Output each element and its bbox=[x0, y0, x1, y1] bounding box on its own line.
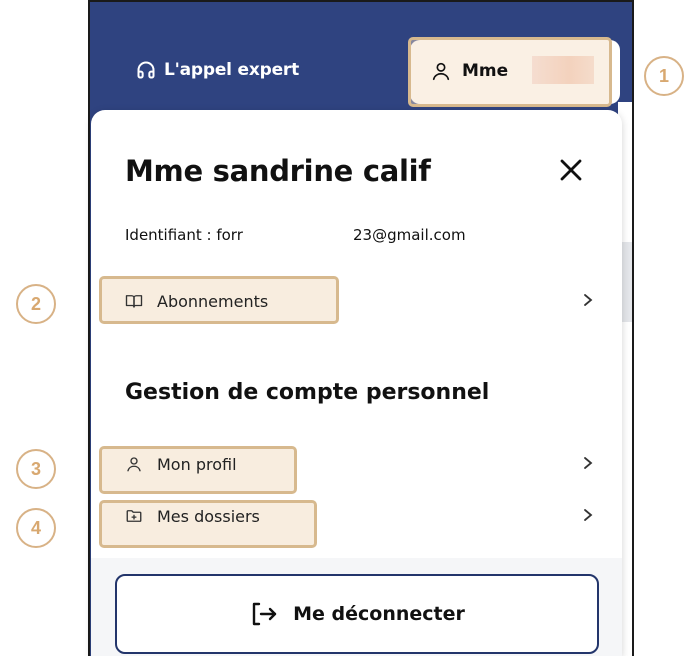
menu-item-label: Mes dossiers bbox=[157, 506, 260, 526]
chevron-right-icon bbox=[584, 457, 593, 469]
chevron-right-icon bbox=[584, 294, 593, 306]
folder-plus-icon bbox=[126, 510, 142, 522]
menu-item-label: Mon profil bbox=[157, 454, 237, 474]
user-menu-button[interactable]: Mme bbox=[408, 37, 620, 107]
logout-button[interactable]: Me déconnecter bbox=[115, 574, 599, 654]
book-icon bbox=[125, 295, 143, 308]
callout-1: 1 bbox=[644, 56, 684, 96]
menu-item-abonnements[interactable]: Abonnements bbox=[125, 281, 595, 321]
callout-4: 4 bbox=[16, 508, 56, 548]
appel-expert-link[interactable]: L'appel expert bbox=[136, 60, 299, 80]
close-icon[interactable] bbox=[553, 152, 589, 188]
appel-expert-label: L'appel expert bbox=[164, 60, 300, 80]
redacted-name-patch bbox=[532, 56, 594, 84]
user-icon bbox=[127, 457, 141, 472]
menu-item-label: Abonnements bbox=[157, 291, 269, 311]
identifier-prefix: Identifiant : forr bbox=[125, 226, 243, 244]
logout-icon bbox=[252, 602, 277, 626]
menu-item-mes-dossiers[interactable]: Mes dossiers bbox=[125, 496, 595, 536]
user-button-label: Mme bbox=[462, 61, 509, 81]
menu-item-mon-profil[interactable]: Mon profil bbox=[125, 444, 595, 484]
account-panel: Mme sandrine calif Identifiant : forr 23… bbox=[91, 110, 622, 656]
callout-3: 3 bbox=[16, 449, 56, 489]
user-icon bbox=[432, 62, 450, 81]
panel-title: Mme sandrine calif bbox=[125, 154, 431, 188]
section-title: Gestion de compte personnel bbox=[125, 380, 490, 405]
identifier-suffix: 23@gmail.com bbox=[353, 226, 466, 244]
logout-label: Me déconnecter bbox=[293, 603, 465, 625]
chevron-right-icon bbox=[584, 509, 593, 521]
callout-2: 2 bbox=[16, 284, 56, 324]
headphones-icon bbox=[137, 61, 155, 79]
